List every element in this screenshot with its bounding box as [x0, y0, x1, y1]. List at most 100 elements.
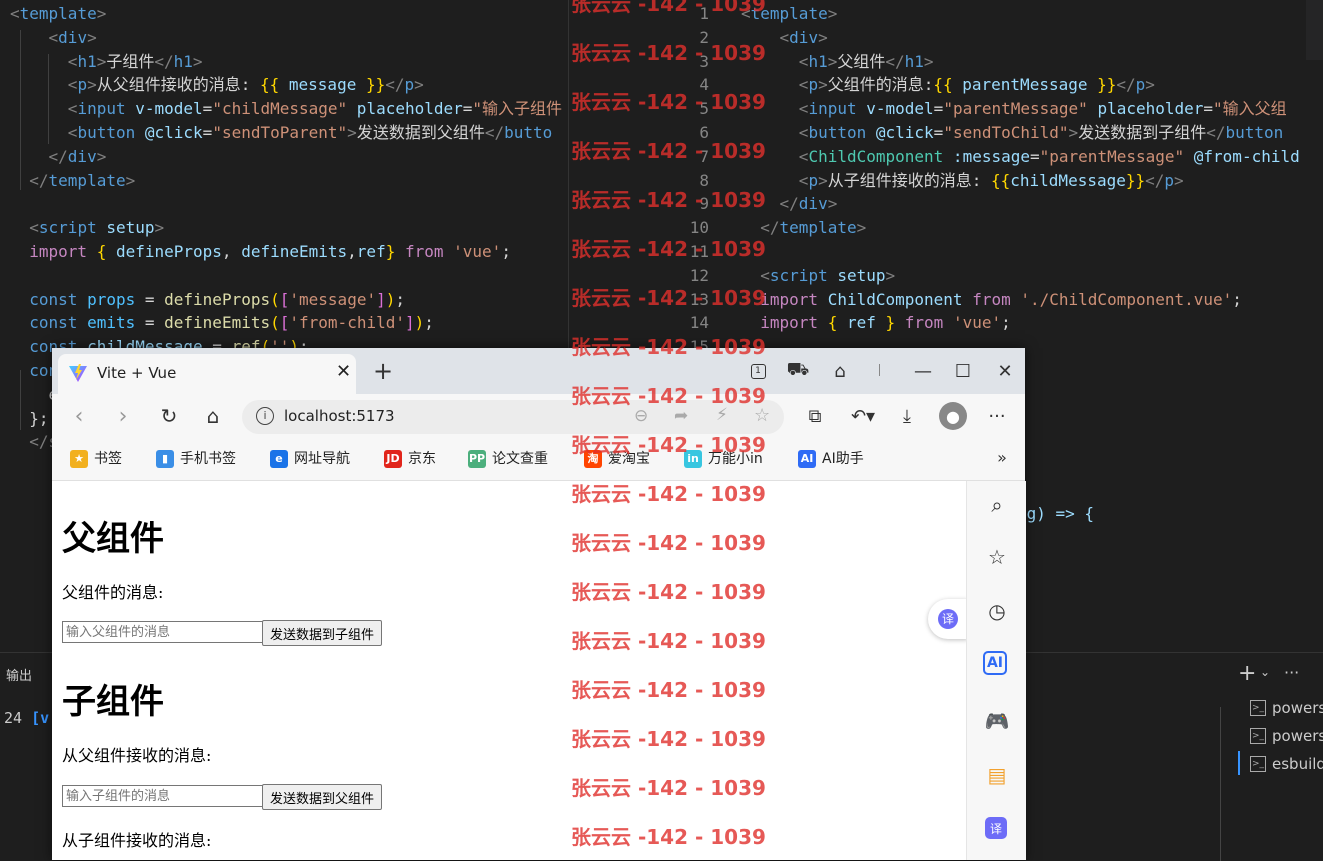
more-icon[interactable]: ···	[1284, 663, 1299, 682]
code-line[interactable]: <script setup>	[10, 216, 164, 240]
translate-side-icon[interactable]: 译	[985, 817, 1007, 839]
toolbox-icon[interactable]: ▤	[983, 761, 1011, 789]
terminal-item[interactable]: >_ esbuild	[1250, 755, 1323, 773]
incognito-icon[interactable]: ⛟	[786, 359, 810, 382]
code-token: ref	[837, 313, 886, 333]
share-icon[interactable]: ➦	[674, 406, 688, 426]
code-line[interactable]: <button @click="sendToParent">发送数据到父组件</…	[10, 121, 552, 145]
panel-title[interactable]: 输出	[6, 665, 32, 684]
code-line[interactable]: <input v-model="childMessage" placeholde…	[10, 97, 562, 121]
search-icon[interactable]: ⌕	[983, 491, 1011, 519]
watermark-text: 张云云 -142 - 1039	[571, 188, 766, 212]
bookmark-item[interactable]: AI AI助手	[798, 448, 864, 470]
forward-icon[interactable]: ›	[110, 403, 136, 429]
code-token: (	[270, 289, 280, 309]
code-token: p	[808, 75, 819, 95]
code-line[interactable]: const emits = defineEmits(['from-child']…	[10, 311, 434, 335]
code-token: >	[818, 75, 828, 95]
zoom-icon[interactable]: ⊖	[634, 406, 648, 426]
refresh-icon[interactable]: ↻	[156, 403, 182, 429]
tab-actions-icon[interactable]: 1	[746, 360, 770, 382]
bookmark-item[interactable]: JD 京东	[384, 448, 436, 470]
code-line[interactable]: <p>从子组件接收的消息: {{childMessage}}</p>	[741, 169, 1184, 193]
minimize-icon[interactable]: —	[910, 358, 936, 384]
code-line[interactable]: <input v-model="parentMessage" placehold…	[741, 97, 1287, 121]
minimap[interactable]	[1306, 0, 1323, 60]
terminal-item[interactable]: >_ powers	[1250, 727, 1323, 745]
code-token: ref	[356, 242, 386, 261]
undo-icon[interactable]: ↶▾	[846, 403, 880, 429]
bookmark-item[interactable]: e 网址导航	[270, 448, 350, 470]
code-line[interactable]: import ChildComponent from './ChildCompo…	[741, 288, 1242, 312]
code-line[interactable]: </template>	[10, 169, 135, 193]
code-line[interactable]: <p>父组件的消息:{{ parentMessage }}</p>	[741, 73, 1155, 97]
code-token: >	[96, 146, 107, 166]
code-line[interactable]: import { defineProps, defineEmits,ref} f…	[10, 240, 511, 264]
code-line[interactable]: con	[10, 359, 58, 383]
bookmarks-overflow-icon[interactable]: »	[992, 446, 1012, 468]
puzzle-icon[interactable]: ⧉	[802, 403, 828, 429]
chevron-down-icon[interactable]: ⌄	[1260, 665, 1270, 679]
download-icon[interactable]: ⤓	[894, 403, 920, 429]
bookmark-item[interactable]: ★ 书签	[70, 448, 122, 470]
close-tab-icon[interactable]: ✕	[336, 361, 351, 382]
code-token: from	[962, 289, 1011, 309]
code-token: ;	[1001, 313, 1011, 333]
code-token: ,	[347, 242, 357, 261]
terminal-item[interactable]: >_ powers	[1250, 699, 1323, 717]
translate-button[interactable]: 译	[928, 599, 968, 639]
watermark-text: 张云云 -142 - 1039	[571, 0, 766, 16]
game-icon[interactable]: 🎮	[983, 707, 1011, 735]
new-tab-icon[interactable]: +	[370, 357, 396, 385]
code-token: [	[279, 313, 290, 333]
code-token: <	[10, 218, 39, 238]
code-line[interactable]: e	[10, 383, 59, 407]
watermark-text: 张云云 -142 - 1039	[571, 286, 766, 310]
site-info-icon[interactable]: i	[256, 407, 274, 425]
maximize-icon[interactable]: ☐	[950, 358, 976, 384]
send-to-parent-button[interactable]: 发送数据到父组件	[262, 784, 383, 810]
parent-message-input[interactable]	[62, 621, 266, 643]
watermark-text: 张云云 -142 - 1039	[571, 384, 766, 408]
code-line[interactable]: <ChildComponent :message="parentMessage"…	[741, 145, 1300, 169]
watermark-text: 张云云 -142 - 1039	[571, 433, 766, 457]
code-line[interactable]: <button @click="sendToChild">发送数据到子组件</b…	[741, 121, 1283, 145]
star-icon[interactable]: ☆	[983, 543, 1011, 571]
bookmark-label: AI助手	[822, 451, 864, 467]
code-token: defineProps	[164, 289, 271, 309]
code-line[interactable]: </s	[10, 430, 58, 454]
code-token: p	[808, 170, 819, 190]
bookmark-label: 论文查重	[492, 451, 548, 467]
code-token: </s	[10, 432, 59, 452]
ai-icon[interactable]: AI	[983, 651, 1007, 675]
code-line[interactable]: <div>	[10, 26, 97, 50]
code-token: 'message'	[289, 289, 377, 309]
code-line[interactable]: const props = defineProps(['message']);	[10, 288, 405, 312]
child-message-input[interactable]	[62, 785, 266, 807]
bookmark-label: 京东	[408, 451, 436, 467]
add-terminal-icon[interactable]: +	[1238, 661, 1256, 686]
tab-vite[interactable]: Vite + Vue ✕	[58, 354, 356, 394]
code-line[interactable]: <template>	[10, 2, 106, 26]
code-token: h1	[904, 51, 924, 71]
code-line[interactable]: </div>	[10, 145, 107, 169]
home-icon[interactable]: ⌂	[200, 403, 226, 429]
code-line[interactable]: <h1>父组件</h1>	[741, 50, 934, 74]
code-token: 从父组件接收的消息:	[96, 75, 260, 95]
code-line[interactable]: import { ref } from 'vue';	[741, 311, 1011, 335]
bookmark-item[interactable]: PP 论文查重	[468, 448, 548, 470]
back-icon[interactable]: ‹	[66, 403, 92, 429]
history-icon[interactable]: ◷	[983, 597, 1011, 625]
close-window-icon[interactable]: ✕	[992, 358, 1018, 384]
bookmark-item[interactable]: ▮ 手机书签	[156, 448, 236, 470]
avatar-icon[interactable]: ●	[939, 402, 967, 430]
code-line[interactable]: <p>从父组件接收的消息: {{ message }}</p>	[10, 73, 424, 97]
code-token: defineProps	[106, 242, 222, 261]
extensions-icon[interactable]: ⌂	[828, 360, 852, 382]
code-token: =	[202, 99, 213, 119]
more-menu-icon[interactable]: ···	[984, 403, 1010, 429]
send-to-child-button[interactable]: 发送数据到子组件	[262, 620, 383, 646]
code-token: </	[10, 170, 49, 190]
code-line[interactable]: };	[10, 407, 48, 431]
code-line[interactable]: <h1>子组件</h1>	[10, 50, 203, 74]
